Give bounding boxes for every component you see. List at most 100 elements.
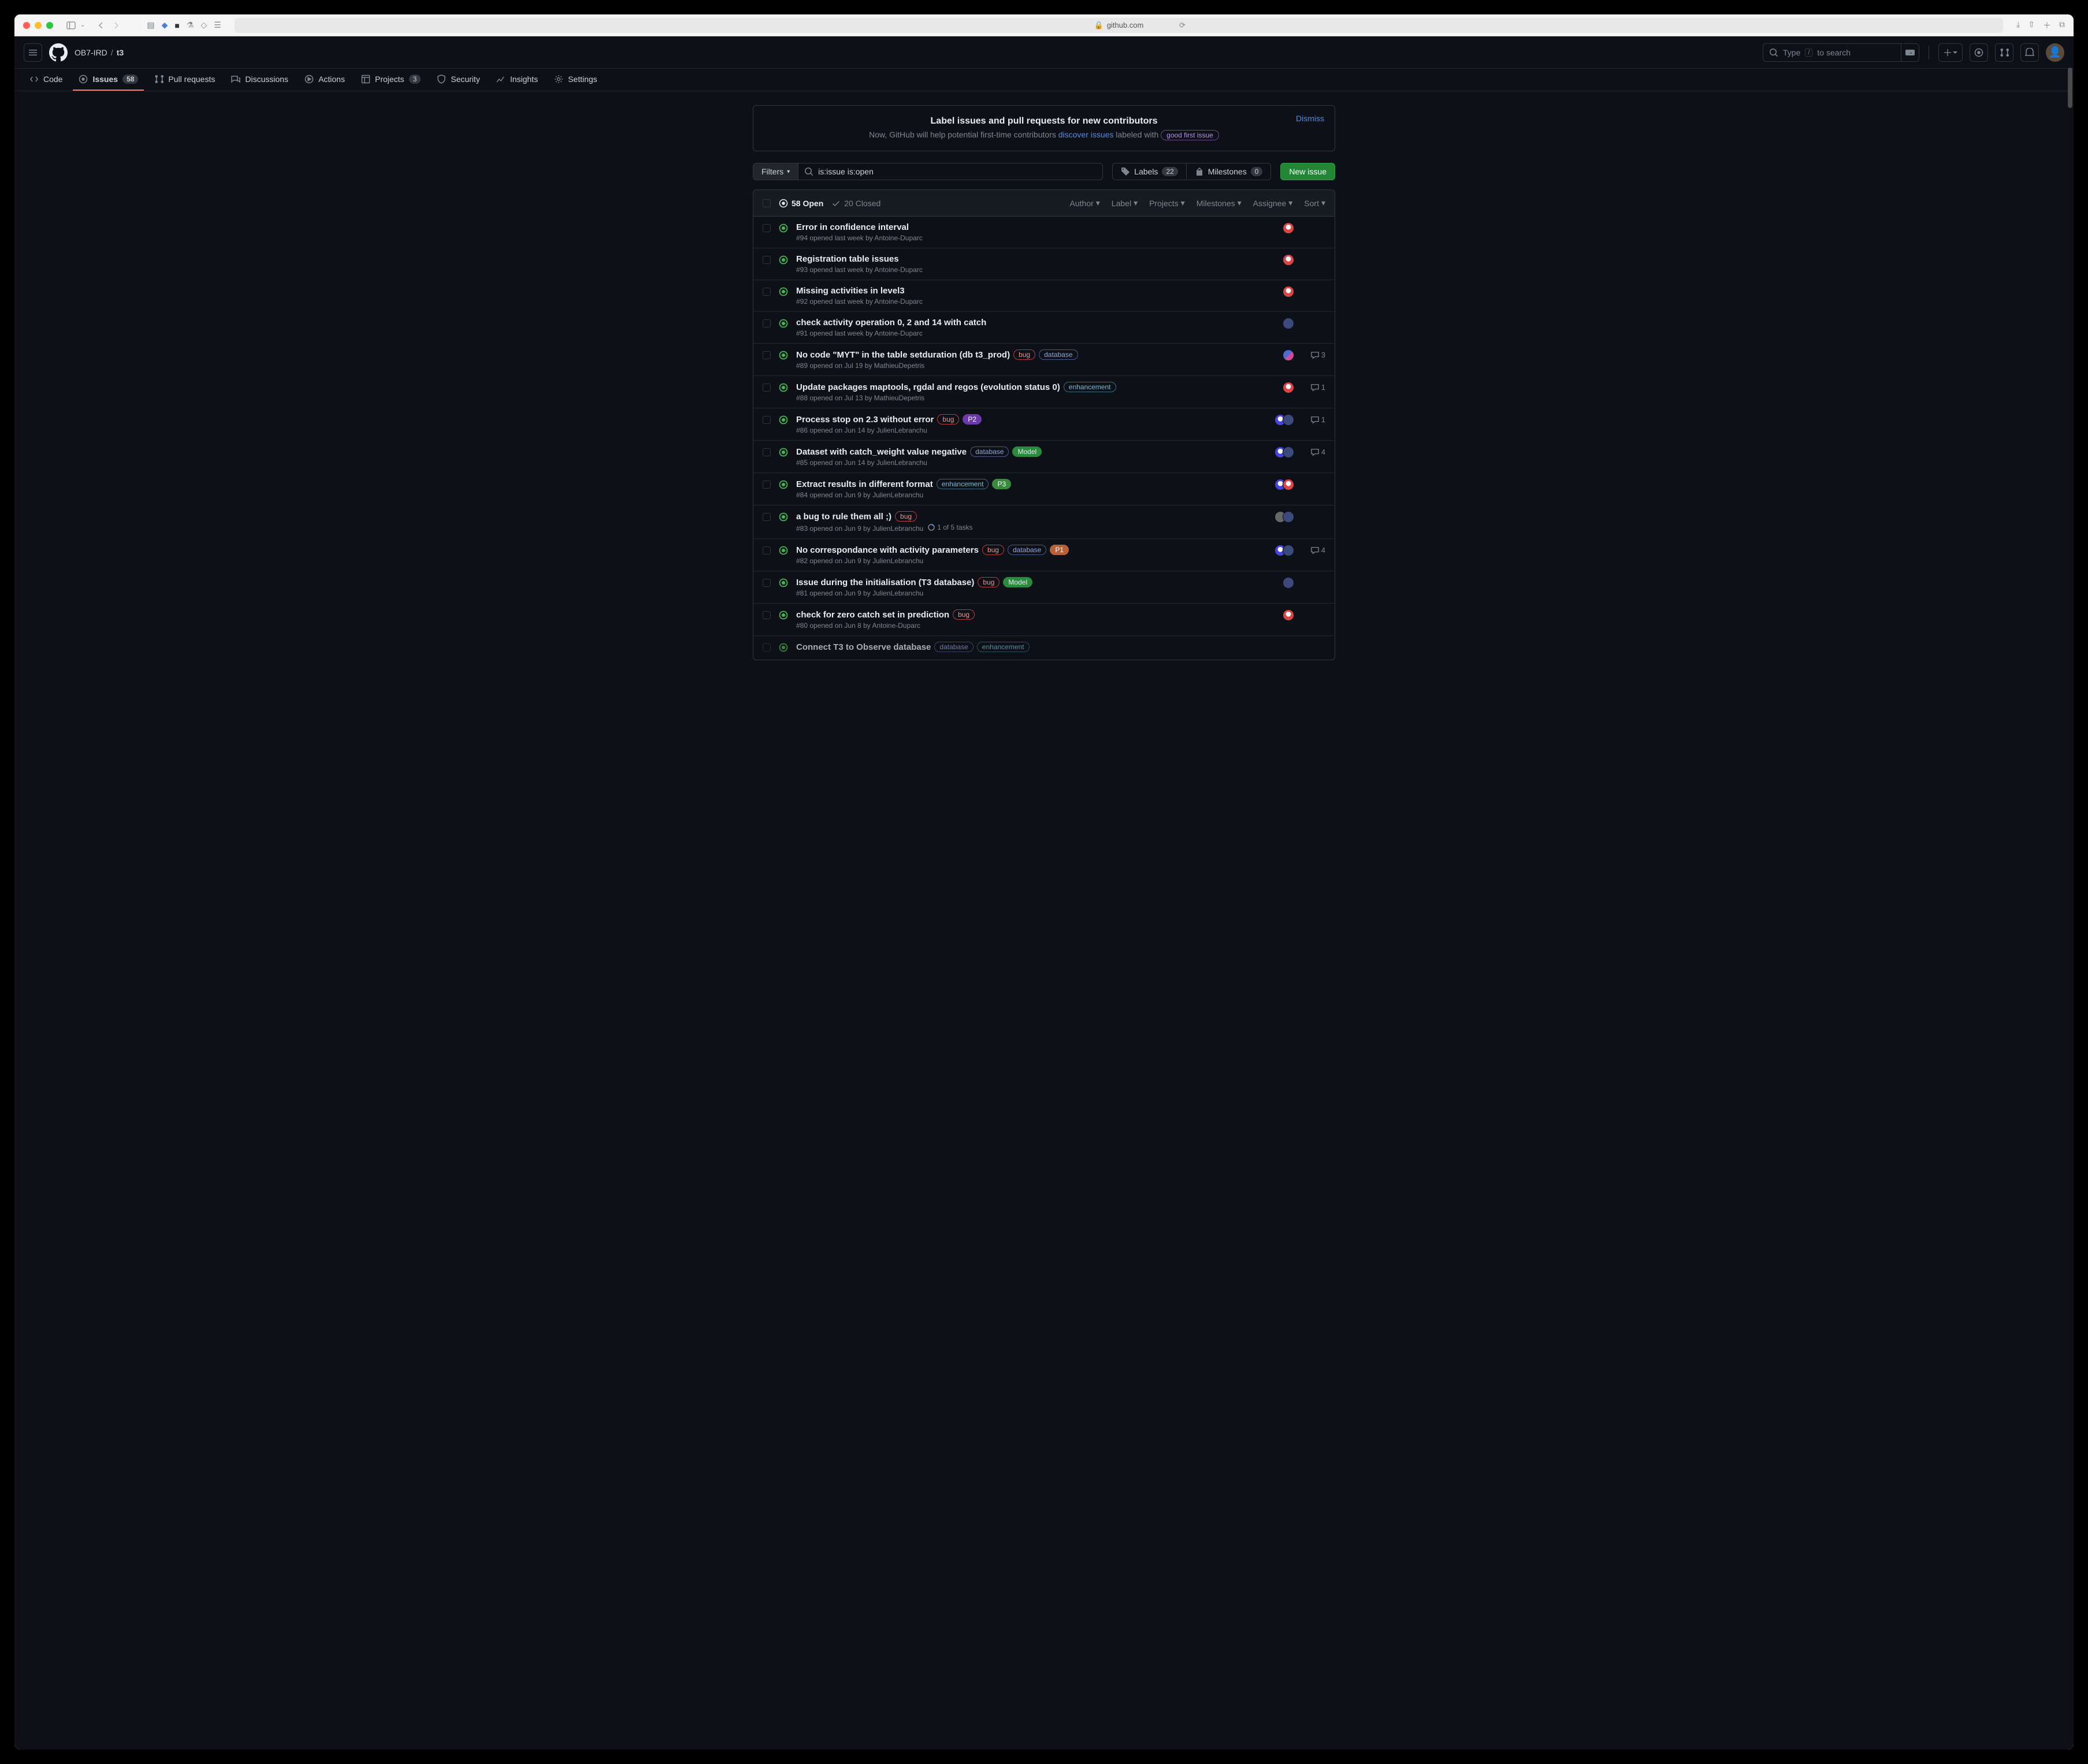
assignee-avatar[interactable]: [1283, 318, 1294, 329]
issue-checkbox[interactable]: [763, 384, 771, 392]
issue-checkbox[interactable]: [763, 448, 771, 456]
assignee-avatar[interactable]: [1283, 609, 1294, 621]
issue-title-link[interactable]: a bug to rule them all ;): [796, 512, 891, 522]
discover-issues-link[interactable]: discover issues: [1058, 130, 1114, 139]
issue-checkbox[interactable]: [763, 513, 771, 521]
issue-row[interactable]: Issue during the initialisation (T3 data…: [753, 571, 1335, 604]
author-filter[interactable]: Author ▾: [1070, 198, 1100, 208]
label-database[interactable]: database: [1039, 349, 1078, 360]
assignee-avatar[interactable]: [1283, 254, 1294, 266]
assignee-avatar[interactable]: [1283, 545, 1294, 556]
user-avatar[interactable]: 👤: [2046, 43, 2064, 62]
new-tab-icon[interactable]: ＋: [2043, 20, 2051, 31]
issue-checkbox[interactable]: [763, 611, 771, 619]
label-database[interactable]: database: [1008, 545, 1046, 555]
search-input[interactable]: Type / to search: [1763, 43, 1901, 62]
issue-checkbox[interactable]: [763, 319, 771, 328]
label-bug[interactable]: bug: [982, 545, 1004, 555]
comments-link[interactable]: 4: [1302, 545, 1325, 554]
issue-row[interactable]: Update packages maptools, rgdal and rego…: [753, 376, 1335, 408]
label-database[interactable]: database: [934, 642, 973, 652]
ext-icon-1[interactable]: ▤: [147, 20, 154, 30]
notifications-button[interactable]: [2020, 43, 2039, 62]
comments-link[interactable]: 1: [1302, 414, 1325, 424]
assignee-avatar[interactable]: [1283, 446, 1294, 458]
tab-pull-requests[interactable]: Pull requests: [148, 69, 221, 91]
dismiss-button[interactable]: Dismiss: [1296, 114, 1324, 123]
label-enhancement[interactable]: enhancement: [937, 479, 989, 489]
label-bug[interactable]: bug: [895, 511, 917, 522]
ext-icon-5[interactable]: ◇: [200, 20, 207, 30]
issue-title-link[interactable]: No code "MYT" in the table setduration (…: [796, 350, 1010, 360]
back-button[interactable]: [98, 21, 104, 29]
issue-title-link[interactable]: Issue during the initialisation (T3 data…: [796, 578, 974, 587]
maximize-window-button[interactable]: [46, 22, 53, 29]
url-bar[interactable]: 🔒 github.com ⟳: [235, 18, 2003, 33]
label-p1[interactable]: P1: [1050, 545, 1069, 555]
issue-checkbox[interactable]: [763, 481, 771, 489]
download-icon[interactable]: ⤓: [2016, 20, 2020, 31]
breadcrumb-owner[interactable]: OB7-IRD: [75, 48, 107, 57]
assignee-avatar[interactable]: [1283, 414, 1294, 426]
tabs-icon[interactable]: ⧉: [2059, 20, 2065, 31]
scrollbar-thumb[interactable]: [2068, 68, 2072, 108]
label-model[interactable]: Model: [1003, 577, 1032, 587]
minimize-window-button[interactable]: [35, 22, 42, 29]
issue-title-link[interactable]: check for zero catch set in prediction: [796, 610, 949, 620]
issue-row[interactable]: a bug to rule them all ;) bug #83 opened…: [753, 505, 1335, 539]
issue-title-link[interactable]: No correspondance with activity paramete…: [796, 545, 979, 555]
sidebar-icon[interactable]: [66, 21, 76, 29]
assignee-avatar[interactable]: [1283, 577, 1294, 589]
comments-link[interactable]: 3: [1302, 349, 1325, 359]
issue-checkbox[interactable]: [763, 256, 771, 264]
issue-title-link[interactable]: Missing activities in level3: [796, 286, 905, 296]
label-model[interactable]: Model: [1012, 446, 1042, 457]
assignee-avatar[interactable]: [1283, 479, 1294, 490]
tab-insights[interactable]: Insights: [491, 69, 544, 91]
ext-icon-3[interactable]: ■: [174, 21, 179, 30]
issue-title-link[interactable]: Dataset with catch_weight value negative: [796, 447, 967, 457]
label-bug[interactable]: bug: [978, 577, 1000, 587]
issue-row[interactable]: Extract results in different format enha…: [753, 473, 1335, 505]
comments-link[interactable]: 1: [1302, 382, 1325, 392]
label-bug[interactable]: bug: [937, 414, 959, 425]
issue-row[interactable]: Connect T3 to Observe database database …: [753, 636, 1335, 660]
tab-security[interactable]: Security: [431, 69, 486, 91]
label-enhancement[interactable]: enhancement: [1064, 382, 1116, 392]
issue-title-link[interactable]: Registration table issues: [796, 254, 899, 264]
issue-checkbox[interactable]: [763, 288, 771, 296]
tab-settings[interactable]: Settings: [548, 69, 603, 91]
sort-filter[interactable]: Sort ▾: [1304, 198, 1325, 208]
filter-query-input[interactable]: is:issue is:open: [798, 163, 1103, 180]
issue-checkbox[interactable]: [763, 224, 771, 232]
tab-issues[interactable]: Issues58: [73, 69, 144, 91]
ext-icon-4[interactable]: ⚗: [187, 20, 194, 30]
issue-row[interactable]: Error in confidence interval #94 opened …: [753, 217, 1335, 248]
share-icon[interactable]: ⇧: [2028, 20, 2035, 31]
assignee-avatar[interactable]: [1283, 286, 1294, 297]
issue-row[interactable]: Dataset with catch_weight value negative…: [753, 441, 1335, 473]
label-filter[interactable]: Label ▾: [1112, 198, 1138, 208]
assignee-avatar[interactable]: [1283, 222, 1294, 234]
assignee-filter[interactable]: Assignee ▾: [1253, 198, 1293, 208]
issue-title-link[interactable]: Extract results in different format: [796, 479, 933, 489]
issue-row[interactable]: check activity operation 0, 2 and 14 wit…: [753, 312, 1335, 344]
issue-row[interactable]: Registration table issues #93 opened las…: [753, 248, 1335, 280]
create-new-button[interactable]: [1938, 43, 1963, 62]
tab-code[interactable]: Code: [24, 69, 68, 91]
close-window-button[interactable]: [23, 22, 30, 29]
command-palette-button[interactable]: [1901, 43, 1919, 62]
issue-checkbox[interactable]: [763, 416, 771, 424]
comments-link[interactable]: 4: [1302, 446, 1325, 456]
pull-requests-global-button[interactable]: [1995, 43, 2013, 62]
labels-button[interactable]: Labels22: [1112, 163, 1187, 180]
issue-checkbox[interactable]: [763, 643, 771, 652]
issue-row[interactable]: check for zero catch set in prediction b…: [753, 604, 1335, 636]
issue-row[interactable]: Process stop on 2.3 without error bug P2…: [753, 408, 1335, 441]
closed-filter-button[interactable]: 20 Closed: [831, 199, 880, 208]
select-all-checkbox[interactable]: [763, 199, 771, 207]
label-bug[interactable]: bug: [953, 609, 975, 620]
issue-checkbox[interactable]: [763, 351, 771, 359]
label-database[interactable]: database: [970, 446, 1009, 457]
issue-title-link[interactable]: Update packages maptools, rgdal and rego…: [796, 382, 1060, 392]
